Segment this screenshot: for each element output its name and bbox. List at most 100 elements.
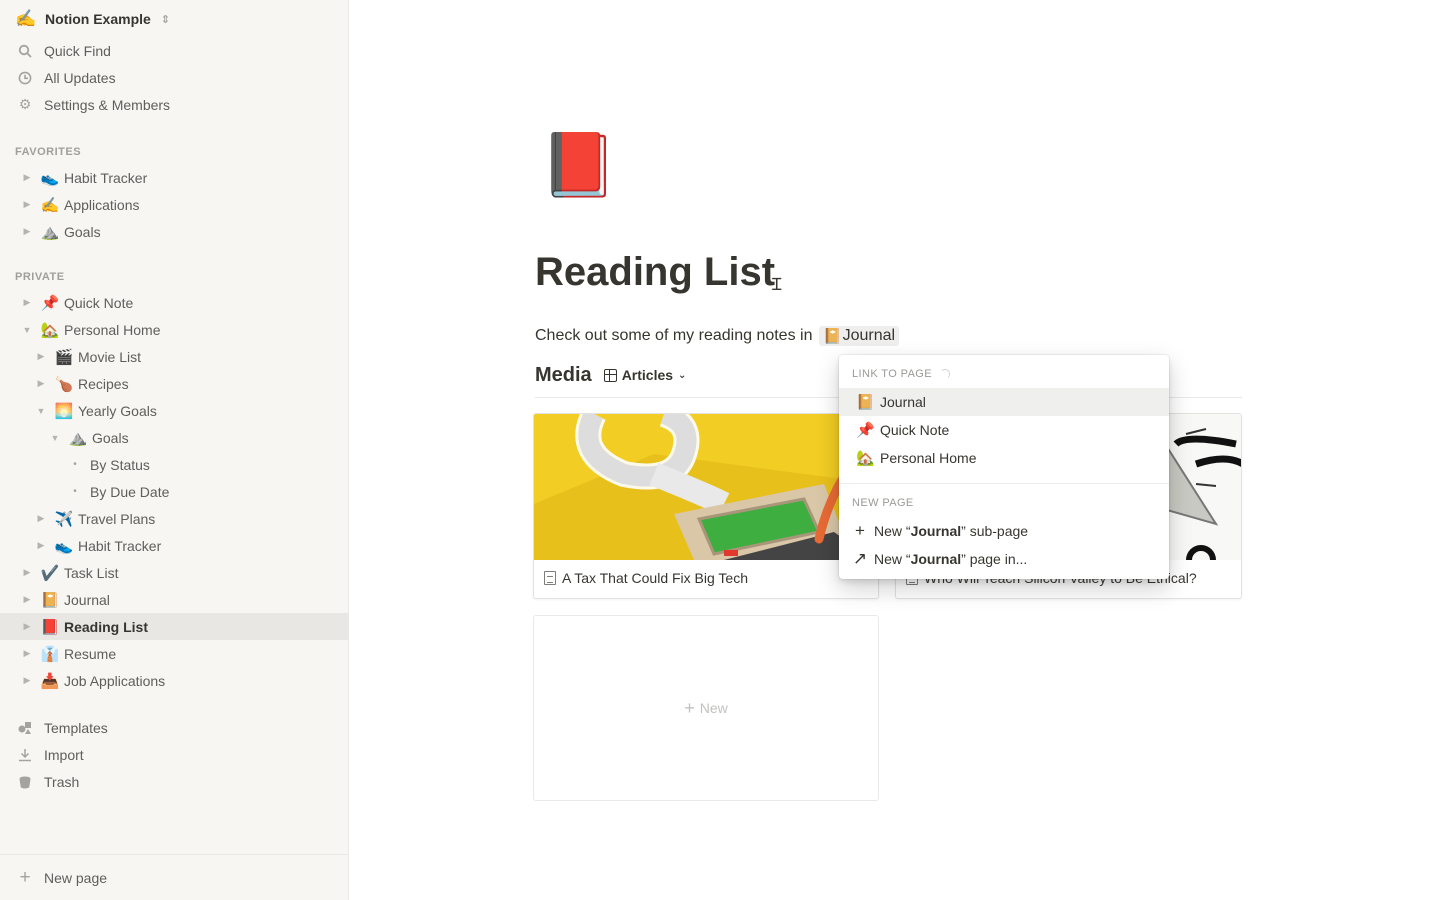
sidebar-page-personal-home[interactable]: ▼ 🏡 Personal Home [0, 316, 349, 343]
sidebar-page-yearly-goals[interactable]: ▼ 🌅 Yearly Goals [0, 397, 349, 424]
database-header: Media Articles ⌄ [535, 362, 686, 388]
sidebar-page-movie-list[interactable]: ▶ 🎬 Movie List [0, 343, 349, 370]
sidebar-page-job-applications[interactable]: ▶ 📥 Job Applications [0, 667, 349, 694]
all-updates-label: All Updates [44, 69, 116, 86]
page-emoji-icon: ⛰️ [68, 429, 88, 447]
expand-toggle-icon[interactable]: ▶ [18, 172, 36, 183]
sidebar-page-reading-list[interactable]: ▶ 📕 Reading List [0, 613, 349, 640]
clock-icon [15, 68, 35, 88]
sidebar-page-label: Travel Plans [78, 510, 156, 527]
sidebar-page-journal[interactable]: ▶ 📔 Journal [0, 586, 349, 613]
expand-toggle-icon[interactable]: ▶ [18, 297, 36, 308]
import-button[interactable]: Import [0, 741, 349, 768]
workspace-icon: ✍️ [15, 9, 37, 28]
page-emoji-icon: 👟 [40, 169, 60, 187]
sidebar-page-habit-tracker[interactable]: ▶ 👟 Habit Tracker [0, 532, 349, 559]
bullet-icon: • [73, 486, 77, 497]
expand-toggle-icon[interactable]: ▶ [18, 594, 36, 605]
menu-item-label: Journal [880, 394, 926, 410]
new-page-button[interactable]: + New page [0, 854, 349, 900]
sidebar-page-label: Quick Note [64, 294, 134, 311]
collapse-toggle-icon[interactable]: ▼ [46, 433, 64, 443]
trash-icon [15, 772, 35, 792]
view-name: Articles [621, 367, 674, 383]
page-emoji-icon: 🌅 [54, 402, 74, 420]
collapse-toggle-icon[interactable]: ▼ [18, 325, 36, 335]
sidebar-page-label: By Status [90, 456, 150, 473]
intro-paragraph[interactable]: Check out some of my reading notes in 📔 … [535, 326, 900, 346]
sidebar-page-resume[interactable]: ▶ 👔 Resume [0, 640, 349, 667]
sidebar-page-label: Personal Home [64, 321, 161, 338]
gallery-card[interactable]: A Tax That Could Fix Big Tech [533, 413, 879, 599]
expand-toggle-icon[interactable]: ▶ [18, 621, 36, 632]
quick-find-label: Quick Find [44, 42, 111, 59]
favorite-item-habit-tracker[interactable]: ▶ 👟 Habit Tracker [0, 164, 349, 191]
link-to-page-section-label: LINK TO PAGE [852, 368, 950, 380]
expand-toggle-icon[interactable]: ▶ [32, 378, 50, 389]
page-emoji-icon: 📕 [40, 618, 60, 636]
new-card-button[interactable]: + New [533, 615, 879, 801]
new-page-label: New page [44, 869, 108, 886]
card-title: A Tax That Could Fix Big Tech [544, 570, 748, 586]
sidebar: ✍️ Notion Example ⇕ Quick Find All Updat… [0, 0, 349, 900]
menu-item-label: New “Journal” page in... [874, 551, 1028, 567]
expand-toggle-icon[interactable]: ▶ [18, 199, 36, 210]
expand-toggle-icon[interactable]: ▶ [18, 226, 36, 237]
page-doc-icon [544, 571, 556, 585]
favorite-item-applications[interactable]: ▶ ✍️ Applications [0, 191, 349, 218]
sidebar-page-recipes[interactable]: ▶ 🍗 Recipes [0, 370, 349, 397]
settings-members-button[interactable]: ⚙ Settings & Members [0, 91, 349, 118]
page-emoji-icon: 🏡 [40, 321, 60, 339]
menu-item-journal[interactable]: 📔 Journal [839, 388, 1169, 416]
workspace-switcher[interactable]: ✍️ Notion Example ⇕ [15, 8, 170, 30]
sidebar-page-by-due-date[interactable]: • By Due Date [0, 478, 349, 505]
sidebar-page-by-status[interactable]: • By Status [0, 451, 349, 478]
plus-icon: + [855, 521, 865, 540]
menu-item-new-subpage[interactable]: + New “Journal” sub-page [839, 517, 1169, 545]
sidebar-page-label: Goals [92, 429, 129, 446]
sidebar-page-label: Yearly Goals [78, 402, 157, 419]
gallery-view-icon [603, 368, 617, 382]
sidebar-page-label: Movie List [78, 348, 142, 365]
expand-toggle-icon[interactable]: ▶ [18, 648, 36, 659]
expand-toggle-icon[interactable]: ▶ [32, 540, 50, 551]
collapse-toggle-icon[interactable]: ▼ [32, 406, 50, 416]
expand-toggle-icon[interactable]: ▶ [32, 351, 50, 362]
sidebar-page-label: Habit Tracker [78, 537, 162, 554]
templates-label: Templates [44, 719, 108, 736]
expand-toggle-icon[interactable]: ▶ [18, 567, 36, 578]
quick-find-button[interactable]: Quick Find [0, 37, 349, 64]
trash-button[interactable]: Trash [0, 768, 349, 795]
page-emoji-icon: 📌 [40, 294, 60, 312]
sidebar-page-label: Task List [64, 564, 119, 581]
menu-item-personal-home[interactable]: 🏡 Personal Home [839, 444, 1169, 472]
sidebar-page-task-list[interactable]: ▶ ✔️ Task List [0, 559, 349, 586]
sidebar-page-label: Recipes [78, 375, 129, 392]
sidebar-page-goals[interactable]: ▼ ⛰️ Goals [0, 424, 349, 451]
menu-item-quick-note[interactable]: 📌 Quick Note [839, 416, 1169, 444]
pushpin-emoji-icon: 📌 [856, 422, 875, 439]
templates-button[interactable]: Templates [0, 714, 349, 741]
new-page-section-label: NEW PAGE [852, 497, 914, 509]
view-switcher[interactable]: Articles ⌄ [603, 367, 686, 383]
new-card-label: New [699, 700, 728, 716]
chevron-up-down-icon: ⇕ [160, 13, 171, 26]
templates-icon [15, 718, 35, 738]
page-icon[interactable]: 📕 [540, 135, 617, 197]
sidebar-page-quick-note[interactable]: ▶ 📌 Quick Note [0, 289, 349, 316]
notion-app: ✍️ Notion Example ⇕ Quick Find All Updat… [0, 0, 1440, 900]
database-title[interactable]: Media [535, 364, 592, 387]
page-mention-journal[interactable]: 📔 Journal [818, 326, 900, 346]
favorite-item-goals[interactable]: ▶ ⛰️ Goals [0, 218, 349, 245]
page-emoji-icon: ✔️ [40, 564, 60, 582]
page-emoji-icon: ✍️ [40, 196, 60, 214]
expand-toggle-icon[interactable]: ▶ [18, 675, 36, 686]
page-emoji-icon: 👔 [40, 645, 60, 663]
expand-toggle-icon[interactable]: ▶ [32, 513, 50, 524]
menu-item-new-page-in[interactable]: ↗ New “Journal” page in... [839, 545, 1169, 573]
loading-spinner-icon [940, 369, 950, 379]
sidebar-page-travel-plans[interactable]: ▶ ✈️ Travel Plans [0, 505, 349, 532]
all-updates-button[interactable]: All Updates [0, 64, 349, 91]
page-title[interactable]: Reading List [535, 250, 775, 295]
menu-divider [839, 483, 1169, 484]
